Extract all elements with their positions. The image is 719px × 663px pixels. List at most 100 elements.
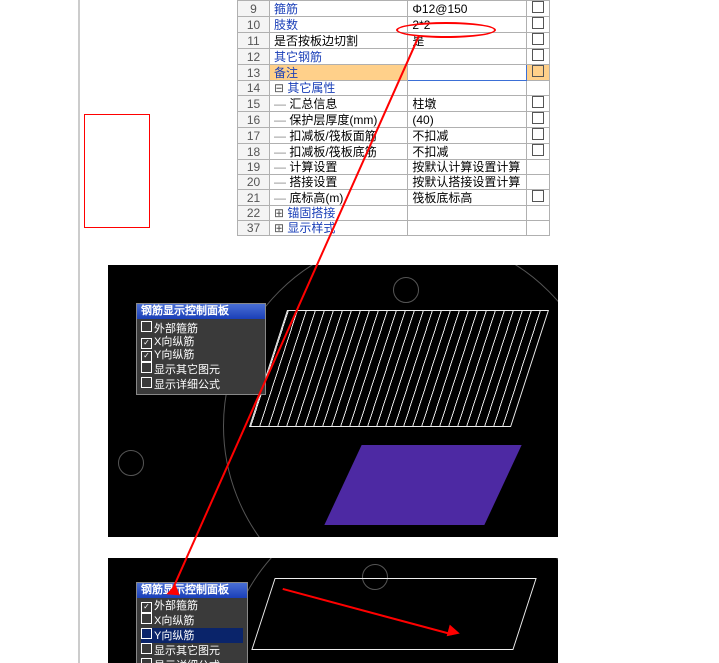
- property-value[interactable]: 柱墩: [408, 96, 527, 112]
- panel-option[interactable]: ✓外部箍筋: [141, 600, 243, 613]
- property-value[interactable]: [408, 65, 527, 81]
- panel-option[interactable]: ✓Y向纵筋: [141, 349, 261, 362]
- property-row[interactable]: 16保护层厚度(mm)(40): [238, 112, 550, 128]
- panel-option[interactable]: X向纵筋: [141, 613, 243, 628]
- property-row[interactable]: 22锚固搭接: [238, 206, 550, 221]
- property-row[interactable]: 15汇总信息柱墩: [238, 96, 550, 112]
- row-number: 15: [238, 96, 270, 112]
- red-annotation-oval: [396, 22, 496, 38]
- row-number: 17: [238, 128, 270, 144]
- checkbox-icon[interactable]: [141, 658, 152, 663]
- checkbox-icon[interactable]: [532, 190, 544, 202]
- property-value[interactable]: [408, 206, 527, 221]
- checkbox-icon[interactable]: [141, 321, 152, 332]
- axis-handle: [118, 450, 144, 476]
- property-name[interactable]: 底标高(m): [270, 190, 408, 206]
- checkbox-icon[interactable]: [141, 628, 152, 639]
- property-value[interactable]: 筏板底标高: [408, 190, 527, 206]
- property-name[interactable]: 扣减板/筏板面筋: [270, 128, 408, 144]
- property-row[interactable]: 9箍筋Φ12@150: [238, 1, 550, 17]
- property-checkbox-cell[interactable]: [527, 33, 550, 49]
- property-row[interactable]: 20搭接设置按默认搭接设置计算: [238, 175, 550, 190]
- property-checkbox-cell[interactable]: [527, 81, 550, 96]
- checkbox-icon[interactable]: [141, 613, 152, 624]
- property-row[interactable]: 19计算设置按默认计算设置计算: [238, 160, 550, 175]
- property-value[interactable]: [408, 81, 527, 96]
- property-checkbox-cell[interactable]: [527, 144, 550, 160]
- property-checkbox-cell[interactable]: [527, 175, 550, 190]
- property-name[interactable]: 计算设置: [270, 160, 408, 175]
- checkbox-icon[interactable]: [532, 65, 544, 77]
- checkbox-icon[interactable]: [532, 33, 544, 45]
- property-value[interactable]: 按默认计算设置计算: [408, 160, 527, 175]
- property-checkbox-cell[interactable]: [527, 112, 550, 128]
- property-checkbox-cell[interactable]: [527, 17, 550, 33]
- panel-option[interactable]: ✓X向纵筋: [141, 336, 261, 349]
- checkbox-icon[interactable]: [532, 128, 544, 140]
- row-number: 16: [238, 112, 270, 128]
- property-row[interactable]: 11是否按板边切割是: [238, 33, 550, 49]
- checkbox-icon[interactable]: ✓: [141, 602, 152, 613]
- 3d-viewport-1[interactable]: 钢筋显示控制面板 外部箍筋✓X向纵筋✓Y向纵筋显示其它图元显示详细公式: [108, 265, 558, 537]
- checkbox-icon[interactable]: [532, 49, 544, 61]
- property-row[interactable]: 21底标高(m)筏板底标高: [238, 190, 550, 206]
- property-grid[interactable]: 9箍筋Φ12@15010肢数2*211是否按板边切割是12其它钢筋13备注14其…: [237, 0, 550, 236]
- property-checkbox-cell[interactable]: [527, 190, 550, 206]
- property-name[interactable]: 保护层厚度(mm): [270, 112, 408, 128]
- property-value[interactable]: 不扣减: [408, 144, 527, 160]
- property-checkbox-cell[interactable]: [527, 96, 550, 112]
- property-value[interactable]: [408, 221, 527, 236]
- panel-option[interactable]: 显示详细公式: [141, 658, 243, 663]
- property-value[interactable]: 不扣减: [408, 128, 527, 144]
- property-row[interactable]: 13备注: [238, 65, 550, 81]
- property-checkbox-cell[interactable]: [527, 128, 550, 144]
- property-value[interactable]: 按默认搭接设置计算: [408, 175, 527, 190]
- panel-option[interactable]: 显示其它图元: [141, 643, 243, 658]
- panel-option[interactable]: 显示其它图元: [141, 362, 261, 377]
- panel-title: 钢筋显示控制面板: [137, 583, 247, 598]
- checkbox-icon[interactable]: [532, 1, 544, 13]
- property-row[interactable]: 10肢数2*2: [238, 17, 550, 33]
- property-checkbox-cell[interactable]: [527, 49, 550, 65]
- panel-option[interactable]: 外部箍筋: [141, 321, 261, 336]
- property-checkbox-cell[interactable]: [527, 160, 550, 175]
- property-name[interactable]: 肢数: [270, 17, 408, 33]
- 3d-viewport-2[interactable]: 钢筋显示控制面板 ✓外部箍筋X向纵筋Y向纵筋显示其它图元显示详细公式: [108, 558, 558, 663]
- property-value[interactable]: Φ12@150: [408, 1, 527, 17]
- checkbox-icon[interactable]: [532, 96, 544, 108]
- property-name[interactable]: 是否按板边切割: [270, 33, 408, 49]
- property-value[interactable]: (40): [408, 112, 527, 128]
- row-number: 20: [238, 175, 270, 190]
- checkbox-icon[interactable]: [141, 377, 152, 388]
- property-checkbox-cell[interactable]: [527, 221, 550, 236]
- checkbox-icon[interactable]: ✓: [141, 338, 152, 349]
- checkbox-icon[interactable]: [532, 144, 544, 156]
- property-name[interactable]: 搭接设置: [270, 175, 408, 190]
- property-checkbox-cell[interactable]: [527, 1, 550, 17]
- panel-body: ✓外部箍筋X向纵筋Y向纵筋显示其它图元显示详细公式: [137, 598, 247, 663]
- property-row[interactable]: 17扣减板/筏板面筋不扣减: [238, 128, 550, 144]
- property-row[interactable]: 12其它钢筋: [238, 49, 550, 65]
- property-name[interactable]: 显示样式: [270, 221, 408, 236]
- row-number: 37: [238, 221, 270, 236]
- property-name[interactable]: 备注: [270, 65, 408, 81]
- checkbox-icon[interactable]: [532, 17, 544, 29]
- property-name[interactable]: 扣减板/筏板底筋: [270, 144, 408, 160]
- panel-option[interactable]: Y向纵筋: [141, 628, 243, 643]
- checkbox-icon[interactable]: [532, 112, 544, 124]
- property-name[interactable]: 其它钢筋: [270, 49, 408, 65]
- rebar-display-panel-1[interactable]: 钢筋显示控制面板 外部箍筋✓X向纵筋✓Y向纵筋显示其它图元显示详细公式: [136, 303, 266, 395]
- property-name[interactable]: 其它属性: [270, 81, 408, 96]
- property-checkbox-cell[interactable]: [527, 206, 550, 221]
- checkbox-icon[interactable]: ✓: [141, 351, 152, 362]
- property-value[interactable]: [408, 49, 527, 65]
- property-row[interactable]: 37显示样式: [238, 221, 550, 236]
- checkbox-icon[interactable]: [141, 362, 152, 373]
- panel-title: 钢筋显示控制面板: [137, 304, 265, 319]
- property-checkbox-cell[interactable]: [527, 65, 550, 81]
- property-row[interactable]: 18扣减板/筏板底筋不扣减: [238, 144, 550, 160]
- checkbox-icon[interactable]: [141, 643, 152, 654]
- panel-option[interactable]: 显示详细公式: [141, 377, 261, 392]
- property-name[interactable]: 箍筋: [270, 1, 408, 17]
- rebar-display-panel-2[interactable]: 钢筋显示控制面板 ✓外部箍筋X向纵筋Y向纵筋显示其它图元显示详细公式: [136, 582, 248, 663]
